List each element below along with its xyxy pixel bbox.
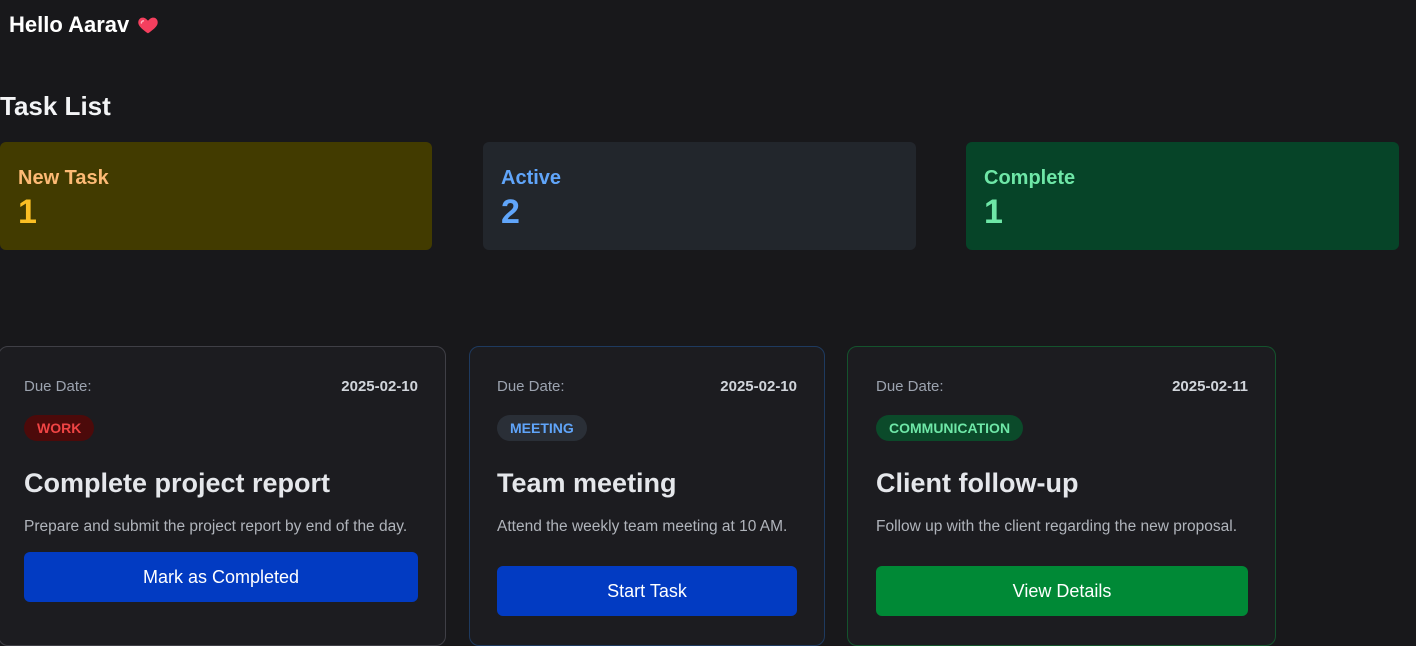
due-date: 2025-02-10 — [341, 378, 418, 395]
stat-complete[interactable]: Complete 1 — [966, 142, 1399, 250]
task-card: Due Date: 2025-02-10 MEETING Team meetin… — [469, 346, 825, 646]
view-details-button[interactable]: View Details — [876, 566, 1248, 616]
task-list-title: Task List — [0, 91, 111, 121]
task-card: Due Date: 2025-02-10 WORK Complete proje… — [0, 346, 446, 646]
category-badge: MEETING — [497, 415, 587, 441]
task-card: Due Date: 2025-02-11 COMMUNICATION Clien… — [847, 346, 1276, 646]
stat-label: New Task — [18, 167, 109, 189]
task-description: Prepare and submit the project report by… — [24, 518, 408, 535]
mark-completed-button[interactable]: Mark as Completed — [24, 552, 418, 602]
stat-new-task[interactable]: New Task 1 — [0, 142, 432, 250]
category-badge: COMMUNICATION — [876, 415, 1024, 441]
due-label: Due Date: — [24, 378, 92, 395]
greeting-text: Hello Aarav — [9, 12, 130, 37]
task-title: Client follow-up — [876, 468, 1079, 498]
task-title: Complete project report — [24, 468, 331, 498]
stat-label: Complete — [984, 167, 1076, 189]
task-title: Team meeting — [497, 468, 677, 498]
stat-count: 1 — [18, 193, 37, 231]
heart-icon — [138, 17, 158, 34]
due-row: Due Date: 2025-02-10 — [24, 377, 418, 397]
stat-count: 2 — [501, 193, 520, 231]
stat-count: 1 — [984, 193, 1003, 231]
greeting-header: Hello Aarav — [9, 12, 159, 38]
due-date: 2025-02-11 — [1172, 378, 1248, 395]
due-row: Due Date: 2025-02-10 — [497, 377, 797, 397]
due-label: Due Date: — [497, 378, 565, 395]
due-date: 2025-02-10 — [720, 378, 797, 395]
stat-active[interactable]: Active 2 — [483, 142, 916, 250]
stat-label: Active — [501, 167, 562, 189]
due-row: Due Date: 2025-02-11 — [876, 377, 1248, 397]
start-task-button[interactable]: Start Task — [497, 566, 797, 616]
category-badge: WORK — [24, 415, 95, 441]
task-description: Follow up with the client regarding the … — [876, 518, 1238, 535]
due-label: Due Date: — [876, 378, 944, 395]
task-description: Attend the weekly team meeting at 10 AM. — [497, 518, 788, 535]
